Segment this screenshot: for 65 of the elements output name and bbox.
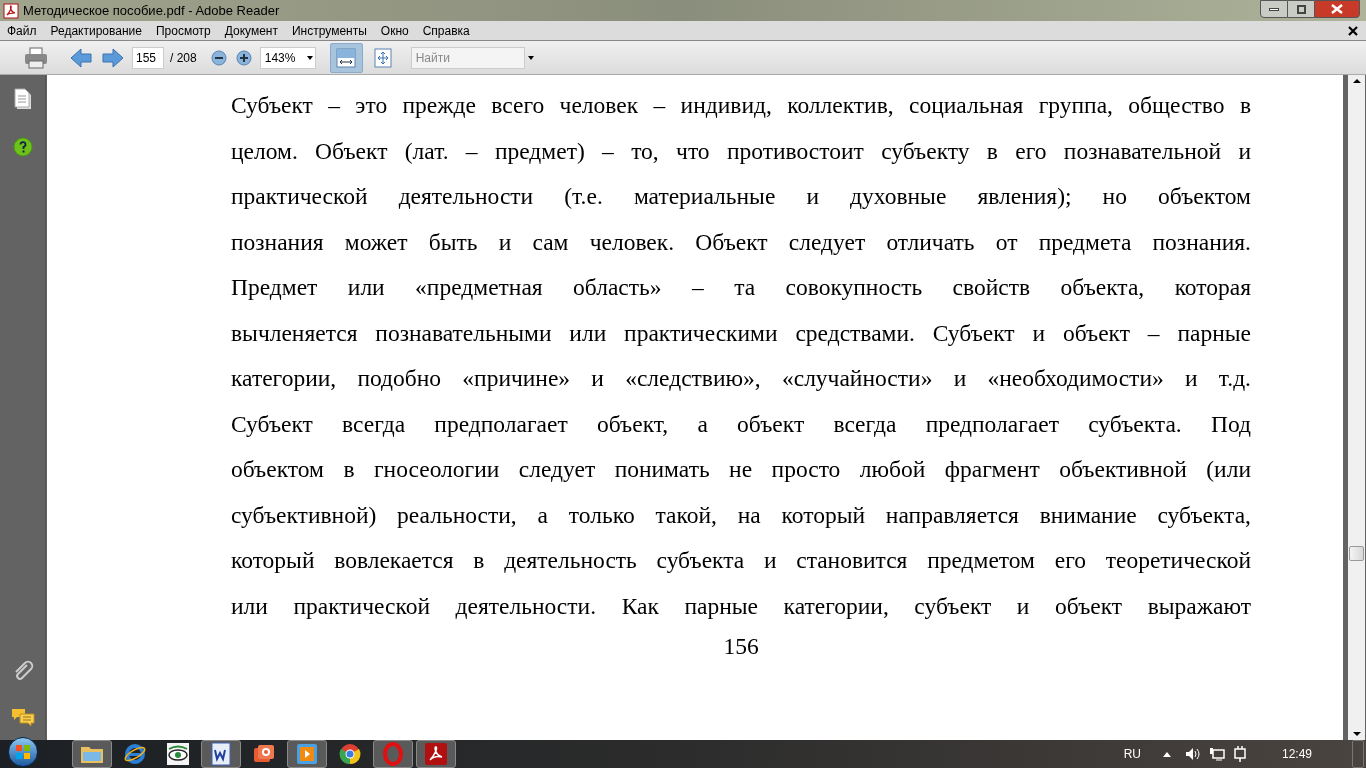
window-title: Методическое пособие.pdf - Adobe Reader [23,1,280,20]
close-icon[interactable] [1348,25,1358,36]
print-icon[interactable] [24,46,48,69]
scroll-down-icon[interactable] [1352,732,1361,736]
scrollbar-thumb[interactable] [1349,546,1364,561]
network-icon[interactable] [1208,747,1225,761]
menu-item[interactable]: Файл [7,21,37,40]
text-line: Предмет или «предметная область» – та совокупность свойств объекта, которая [231,273,1251,302]
start-button[interactable] [8,737,38,767]
menu-item[interactable]: Окно [380,21,409,40]
document-w-icon [210,742,232,766]
zoom-out-icon[interactable] [210,49,227,66]
text-line: целом. Объект (лат. – предмет) – то, что противостоит субъекту в его познавательной и [231,136,1251,166]
text-line: практической деятельности (т.е. материальные и духовные явления); но объектом [231,182,1251,211]
text-line: Субъект – это прежде всего человек – индивид, коллектив, социальная группа, общество в [231,91,1251,120]
clock[interactable]: 12:49 [1281,745,1312,763]
taskbar-button[interactable] [416,740,456,768]
folder-icon [80,744,104,764]
next-page-icon[interactable] [102,47,124,68]
text-line: объектом в гносеологии следует понимать не просто любой фрагмент объективной (или [231,455,1251,484]
help-icon[interactable] [12,137,33,157]
eye-icon [167,743,189,765]
previous-page-icon[interactable] [70,47,92,68]
speaker-icon[interactable] [1184,747,1201,761]
browser-e-icon [123,742,147,766]
text-line: вычленяется познавательными или практическими средствами. Субъект и объект – парные [231,318,1251,348]
pages-icon[interactable] [13,88,32,110]
menu-item[interactable]: Редактирование [50,21,142,40]
page-number-field[interactable]: 155 [132,46,164,69]
comments-icon[interactable] [10,708,35,728]
play-icon [296,743,318,765]
text-line: познания может быть и сам человек. Объект следует отличать от предмета познания. [231,227,1251,257]
pdf-icon [3,2,19,19]
pdf-icon [425,743,447,765]
dropdown-caret-icon[interactable] [527,55,534,60]
taskbar-button[interactable] [201,740,241,768]
page-count: / 208 [170,49,197,67]
zoom-dropdown[interactable]: 143% [259,46,316,69]
menu-item[interactable]: Инструменты [292,21,367,40]
close-button[interactable] [1314,0,1360,18]
fit-width-icon [336,47,357,68]
restore-button[interactable] [1288,0,1314,18]
menu-item[interactable]: Документ [224,21,278,40]
scroll-up-icon[interactable] [1352,79,1361,83]
text-line: или практической деятельности. Как парные категории, субъект и объект выражают [231,591,1251,621]
round-browser-icon [339,743,361,765]
search-field[interactable]: Найти [410,46,525,69]
letter-o-icon [383,742,403,766]
fit-width-button[interactable] [329,42,363,73]
text-line: субъективной) реальности, а только такой, на который направляется внимание субъекта, [231,500,1251,530]
text-line: который вовлекается в деятельность субъекта и становится предметом его теоретической [231,546,1251,575]
minimize-button[interactable] [1260,0,1288,18]
photo-frames-icon [252,743,276,765]
menu-item[interactable]: Просмотр [155,21,211,40]
close-icon [1331,4,1343,14]
fit-page-icon[interactable] [373,47,392,68]
windows-logo-icon [15,744,31,760]
power-plug-icon[interactable] [1232,746,1247,762]
text-line: категории, подобно «причине» и «следствию», «случайности» и «необходимости» и т.д. [231,364,1251,393]
zoom-in-icon[interactable] [235,49,252,66]
menu-item[interactable]: Справка [422,21,470,40]
page-number: 156 [723,633,759,659]
language-indicator[interactable]: RU [1123,745,1141,763]
text-line: Субъект всегда предполагает объект, а объект всегда предполагает субъекта. Под [231,409,1251,439]
show-hidden-icons-icon[interactable] [1162,751,1171,757]
